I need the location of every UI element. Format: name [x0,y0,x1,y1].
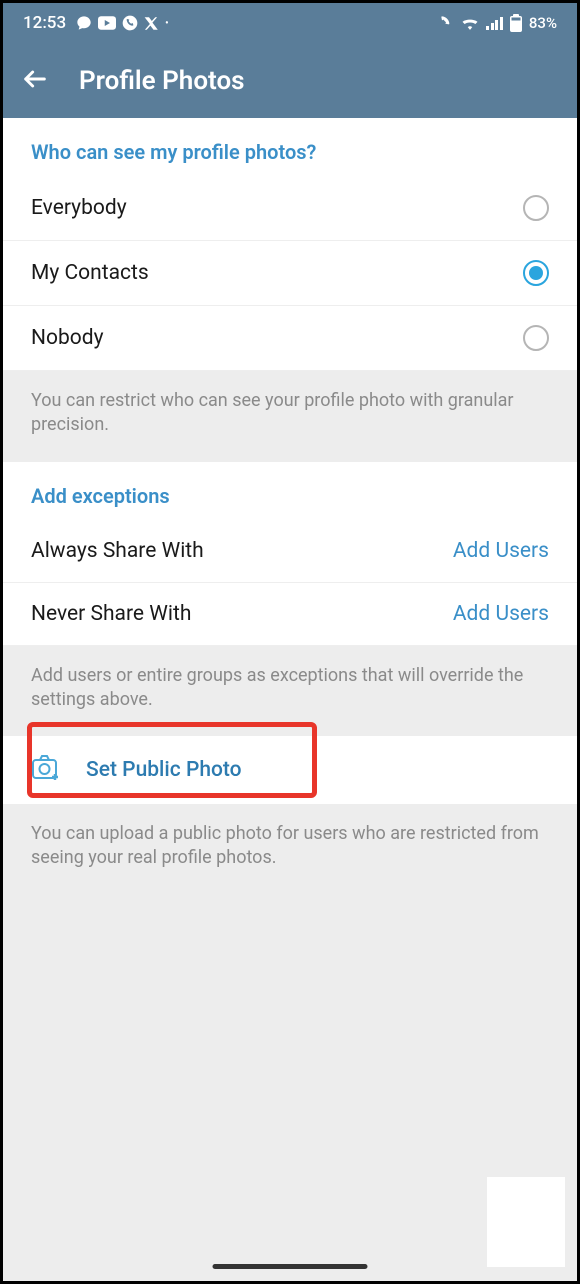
exceptions-info: Add users or entire groups as exceptions… [3,646,577,737]
visibility-option-my-contacts[interactable]: My Contacts [3,241,577,306]
app-header: Profile Photos [3,43,577,118]
phone-icon [122,15,138,31]
battery-pct: 83% [529,14,557,32]
x-icon [144,16,159,31]
exception-never-share[interactable]: Never Share With Add Users [3,583,577,646]
public-photo-label: Set Public Photo [86,758,242,782]
radio-icon [523,325,549,351]
status-time: 12:53 [23,13,66,33]
radio-icon [523,195,549,221]
exception-label: Never Share With [31,602,191,626]
nav-bar-indicator[interactable] [213,1264,368,1269]
option-label: Nobody [31,326,104,350]
public-photo-info: You can upload a public photo for users … [3,804,577,895]
visibility-info: You can restrict who can see your profil… [3,371,577,462]
battery-icon [510,14,522,32]
status-bar: 12:53 • 83% [3,3,577,43]
dot-icon: • [165,18,169,29]
radio-icon-selected [523,260,549,286]
add-users-link[interactable]: Add Users [453,602,549,626]
status-right: 83% [438,14,557,32]
option-label: My Contacts [31,261,149,285]
exception-always-share[interactable]: Always Share With Add Users [3,520,577,583]
add-users-link[interactable]: Add Users [453,539,549,563]
back-arrow-icon[interactable] [21,65,49,97]
camera-plus-icon [31,754,61,786]
status-notif-icons: • [76,15,169,31]
page-title: Profile Photos [79,66,245,96]
visibility-section-header: Who can see my profile photos? [3,118,577,176]
visibility-option-nobody[interactable]: Nobody [3,306,577,371]
exception-label: Always Share With [31,539,204,563]
chat-icon [76,15,92,31]
youtube-icon [98,16,116,30]
visibility-option-everybody[interactable]: Everybody [3,176,577,241]
exceptions-section-header: Add exceptions [3,462,577,520]
option-label: Everybody [31,196,127,220]
wifi-icon [461,16,479,30]
volte-icon [438,15,454,31]
status-left: 12:53 • [23,13,169,33]
signal-icon [486,16,503,30]
white-patch [487,1177,565,1267]
set-public-photo-row[interactable]: Set Public Photo [3,736,577,804]
